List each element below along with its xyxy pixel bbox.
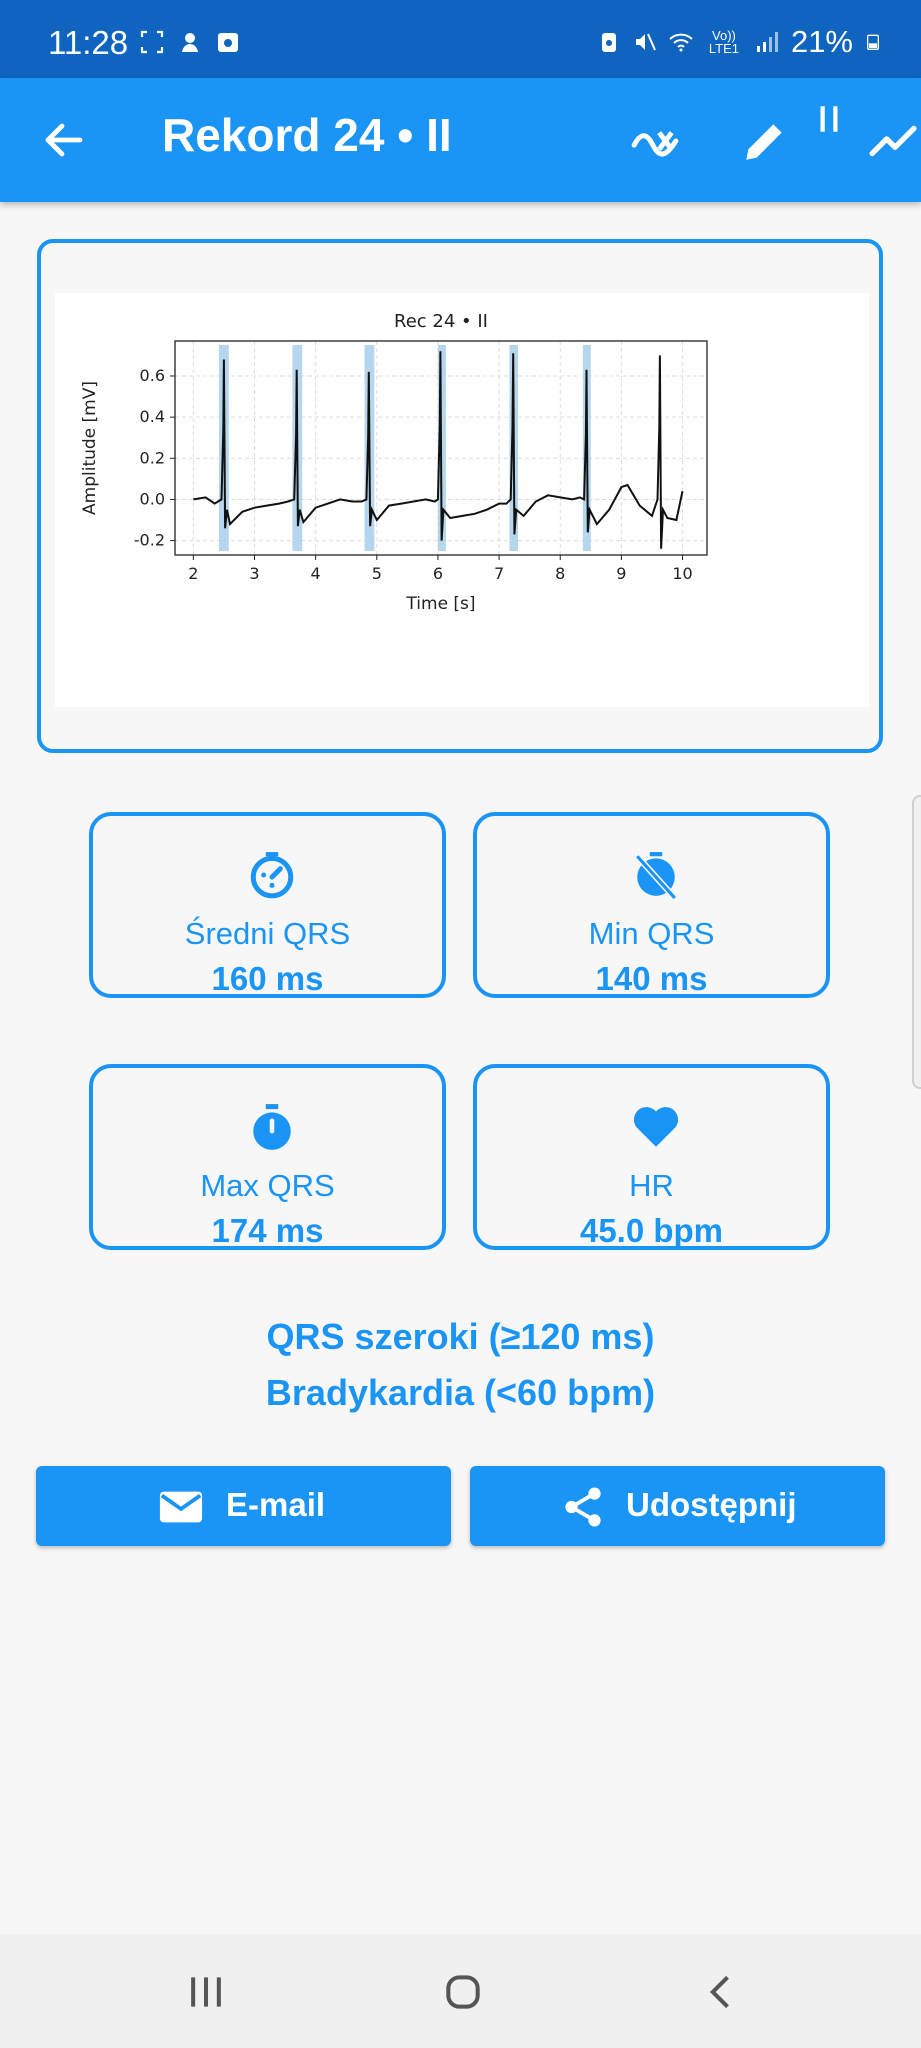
metric-value: 160 ms	[211, 960, 324, 997]
metric-card-avg-qrs: Średni QRS 160 ms	[89, 812, 446, 998]
camera-app-icon	[218, 33, 238, 52]
heart-icon	[633, 1107, 679, 1147]
metric-label: Min QRS	[588, 916, 715, 951]
y-tick-label: 0.0	[140, 489, 165, 508]
ecg-chart: 2 3 4 5 6 7 8 9 10 -0.2 0.0 0.2 0.4 0.6 Rec 24 • II Tim…	[55, 293, 869, 707]
x-tick-label: 8	[555, 564, 565, 583]
edit-pencil-icon[interactable]	[740, 116, 790, 166]
metric-label: HR	[629, 1168, 674, 1203]
x-tick-label: 10	[672, 564, 692, 583]
x-tick-label: 9	[616, 564, 626, 583]
x-tick-label: 7	[494, 564, 504, 583]
system-nav-bar	[0, 1934, 921, 2048]
metric-card-max-qrs: Max QRS 174 ms	[89, 1064, 446, 1250]
page-title: Rekord 24 • II	[162, 109, 452, 161]
filter-wave-icon[interactable]	[630, 116, 680, 166]
bixby-icon	[182, 33, 198, 52]
email-label: E-mail	[226, 1486, 326, 1523]
wifi-icon	[669, 33, 693, 52]
trend-line-icon[interactable]	[868, 116, 918, 166]
signal-icon	[756, 32, 778, 52]
metric-card-min-qrs: Min QRS 140 ms	[473, 812, 830, 998]
network-label: Vo)) LTE1	[708, 28, 739, 56]
chart-card: 2 3 4 5 6 7 8 9 10 -0.2 0.0 0.2 0.4 0.6 Rec 24 • II Tim…	[37, 239, 883, 753]
metric-value: 140 ms	[595, 960, 708, 997]
app-bar: Rekord 24 • II	[0, 78, 921, 202]
y-tick-label: 0.2	[140, 448, 165, 467]
y-tick-label: 0.6	[140, 366, 165, 385]
status-bar: 11:28 Vo)) LTE1 21%	[0, 0, 921, 78]
side-panel-handle[interactable]	[912, 795, 921, 1089]
share-button[interactable]: Udostępnij	[470, 1466, 885, 1546]
x-tick-label: 6	[433, 564, 443, 583]
x-tick-label: 2	[188, 564, 198, 583]
x-tick-label: 3	[249, 564, 259, 583]
back-arrow-icon[interactable]	[40, 116, 88, 164]
y-axis-label: Amplitude [mV]	[80, 381, 100, 515]
chart-title: Rec 24 • II	[394, 311, 488, 332]
x-tick-label: 4	[311, 564, 321, 583]
battery-icon	[867, 34, 879, 50]
diagnosis-bradycardia: Bradykardia (<60 bpm)	[265, 1372, 656, 1413]
pause-icon[interactable]	[812, 102, 846, 136]
share-icon	[565, 1487, 601, 1527]
home-icon[interactable]	[441, 1970, 485, 2014]
metric-card-hr: HR 45.0 bpm	[473, 1064, 830, 1250]
recent-apps-icon[interactable]	[184, 1970, 228, 2014]
mute-icon	[635, 33, 656, 51]
diagnosis-wide-qrs: QRS szeroki (≥120 ms)	[266, 1316, 655, 1357]
battery-percent: 21%	[790, 24, 853, 59]
status-time: 11:28	[48, 24, 129, 61]
x-tick-label: 5	[372, 564, 382, 583]
timer-clock-icon	[250, 852, 294, 899]
y-tick-label: -0.2	[134, 531, 165, 550]
screenshot-icon	[140, 30, 164, 54]
share-label: Udostępnij	[626, 1486, 797, 1523]
timer-off-icon	[634, 852, 678, 900]
y-tick-label: 0.4	[140, 407, 165, 426]
mail-icon	[159, 1491, 203, 1523]
x-axis-label: Time [s]	[405, 594, 475, 614]
metric-value: 45.0 bpm	[579, 1212, 724, 1249]
metric-label: Średni QRS	[184, 916, 351, 951]
back-icon[interactable]	[700, 1970, 744, 2014]
metric-value: 174 ms	[211, 1212, 324, 1249]
metric-label: Max QRS	[200, 1168, 335, 1203]
stopwatch-icon	[253, 1104, 291, 1150]
battery-saver-icon	[601, 33, 616, 52]
email-button[interactable]: E-mail	[36, 1466, 451, 1546]
